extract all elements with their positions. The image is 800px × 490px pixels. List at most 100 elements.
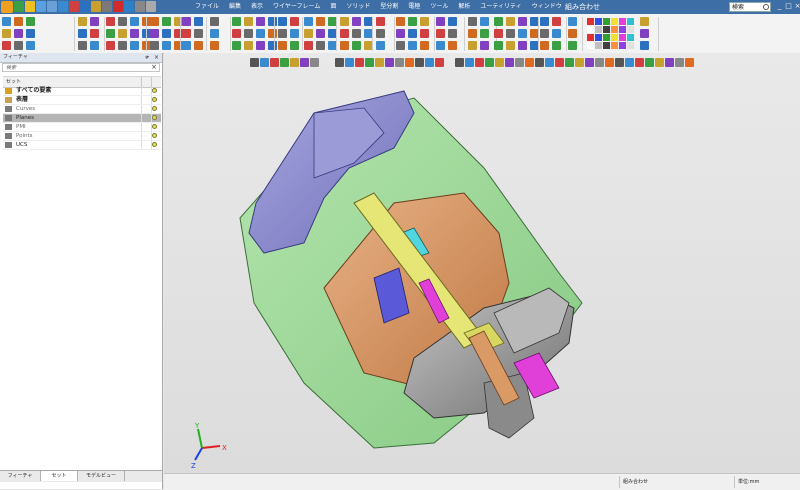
- color-swatch[interactable]: [619, 34, 626, 41]
- tool-icon[interactable]: [106, 17, 115, 26]
- tool-icon[interactable]: [352, 17, 361, 26]
- tool-icon[interactable]: [290, 41, 299, 50]
- tab-sets[interactable]: セット: [41, 471, 78, 481]
- tool-icon[interactable]: [162, 41, 171, 50]
- close-button[interactable]: ×: [794, 2, 800, 11]
- tool-icon[interactable]: [448, 17, 457, 26]
- view-tool-icon[interactable]: [495, 58, 504, 67]
- color-swatch[interactable]: [627, 26, 634, 33]
- view-tool-icon[interactable]: [475, 58, 484, 67]
- view-tool-icon[interactable]: [485, 58, 494, 67]
- tool-icon[interactable]: [232, 41, 241, 50]
- view-tool-icon[interactable]: [465, 58, 474, 67]
- tool-icon[interactable]: [436, 17, 445, 26]
- tool-icon[interactable]: [106, 41, 115, 50]
- menu-item[interactable]: ツール: [425, 2, 453, 12]
- view-tool-icon[interactable]: [535, 58, 544, 67]
- view-tool-icon[interactable]: [595, 58, 604, 67]
- search-icon[interactable]: [763, 4, 769, 10]
- color-swatch[interactable]: [611, 26, 618, 33]
- tool-icon[interactable]: [90, 17, 99, 26]
- tool-icon[interactable]: [26, 29, 35, 38]
- visibility-bulb-icon[interactable]: [152, 142, 157, 147]
- tool-icon[interactable]: [78, 41, 87, 50]
- view-tool-icon[interactable]: [250, 58, 259, 67]
- tool-icon[interactable]: [130, 17, 139, 26]
- visibility-bulb-icon[interactable]: [152, 133, 157, 138]
- tool-icon[interactable]: [244, 41, 253, 50]
- view-tool-icon[interactable]: [270, 58, 279, 67]
- tool-icon[interactable]: [640, 41, 649, 50]
- menu-item[interactable]: 電極: [403, 2, 425, 12]
- color-swatch[interactable]: [603, 42, 610, 49]
- tool-icon[interactable]: [182, 29, 191, 38]
- view-tool-icon[interactable]: [310, 58, 319, 67]
- view-tool-icon[interactable]: [260, 58, 269, 67]
- tool-icon[interactable]: [118, 29, 127, 38]
- tool-icon[interactable]: [278, 17, 287, 26]
- view-tool-icon[interactable]: [335, 58, 344, 67]
- view-tool-icon[interactable]: [435, 58, 444, 67]
- tool-icon[interactable]: [150, 29, 159, 38]
- menu-item[interactable]: ユーティリティ: [475, 2, 526, 12]
- tool-icon[interactable]: [494, 29, 503, 38]
- 3d-viewport[interactable]: [164, 53, 800, 473]
- tool-icon[interactable]: [130, 41, 139, 50]
- tool-icon[interactable]: [162, 29, 171, 38]
- cad-model-section-view[interactable]: [164, 53, 800, 473]
- view-tool-icon[interactable]: [585, 58, 594, 67]
- view-tool-icon[interactable]: [675, 58, 684, 67]
- tool-icon[interactable]: [244, 17, 253, 26]
- color-swatch[interactable]: [611, 18, 618, 25]
- tool-icon[interactable]: [552, 41, 561, 50]
- tool-icon[interactable]: [376, 17, 385, 26]
- quick-access-icon[interactable]: [58, 1, 68, 12]
- color-swatch[interactable]: [603, 34, 610, 41]
- tool-icon[interactable]: [552, 17, 561, 26]
- tool-icon[interactable]: [290, 17, 299, 26]
- view-tool-icon[interactable]: [605, 58, 614, 67]
- view-tool-icon[interactable]: [455, 58, 464, 67]
- view-tool-icon[interactable]: [625, 58, 634, 67]
- view-tool-icon[interactable]: [525, 58, 534, 67]
- tool-icon[interactable]: [118, 41, 127, 50]
- tool-icon[interactable]: [14, 41, 23, 50]
- tool-icon[interactable]: [90, 41, 99, 50]
- view-tool-icon[interactable]: [515, 58, 524, 67]
- tool-icon[interactable]: [420, 41, 429, 50]
- menu-item[interactable]: 表示: [246, 2, 268, 12]
- tab-model-views[interactable]: モデルビュー: [78, 471, 125, 481]
- tool-icon[interactable]: [268, 41, 277, 50]
- tool-icon[interactable]: [540, 41, 549, 50]
- quick-access-icon[interactable]: [14, 1, 24, 12]
- tool-icon[interactable]: [518, 41, 527, 50]
- color-swatch[interactable]: [595, 42, 602, 49]
- view-tool-icon[interactable]: [290, 58, 299, 67]
- view-tool-icon[interactable]: [565, 58, 574, 67]
- app-logo-icon[interactable]: [1, 1, 13, 13]
- view-tool-icon[interactable]: [555, 58, 564, 67]
- visibility-bulb-icon[interactable]: [152, 115, 157, 120]
- tool-icon[interactable]: [90, 29, 99, 38]
- tool-icon[interactable]: [408, 29, 417, 38]
- tool-icon[interactable]: [150, 17, 159, 26]
- color-swatch[interactable]: [619, 26, 626, 33]
- panel-search-input[interactable]: 検索 ×: [2, 63, 160, 72]
- quick-access-icon[interactable]: [69, 1, 79, 12]
- menu-item[interactable]: 型分割: [375, 2, 403, 12]
- tool-icon[interactable]: [130, 29, 139, 38]
- tool-icon[interactable]: [78, 17, 87, 26]
- tool-icon[interactable]: [494, 17, 503, 26]
- tool-icon[interactable]: [210, 29, 219, 38]
- tool-icon[interactable]: [2, 29, 11, 38]
- tool-icon[interactable]: [78, 29, 87, 38]
- tool-icon[interactable]: [290, 29, 299, 38]
- tool-icon[interactable]: [468, 17, 477, 26]
- set-row-curves[interactable]: Curves: [3, 105, 161, 114]
- view-tool-icon[interactable]: [685, 58, 694, 67]
- tool-icon[interactable]: [210, 41, 219, 50]
- tool-icon[interactable]: [26, 17, 35, 26]
- tool-icon[interactable]: [420, 29, 429, 38]
- menu-item[interactable]: 面: [325, 2, 341, 12]
- tool-icon[interactable]: [14, 29, 23, 38]
